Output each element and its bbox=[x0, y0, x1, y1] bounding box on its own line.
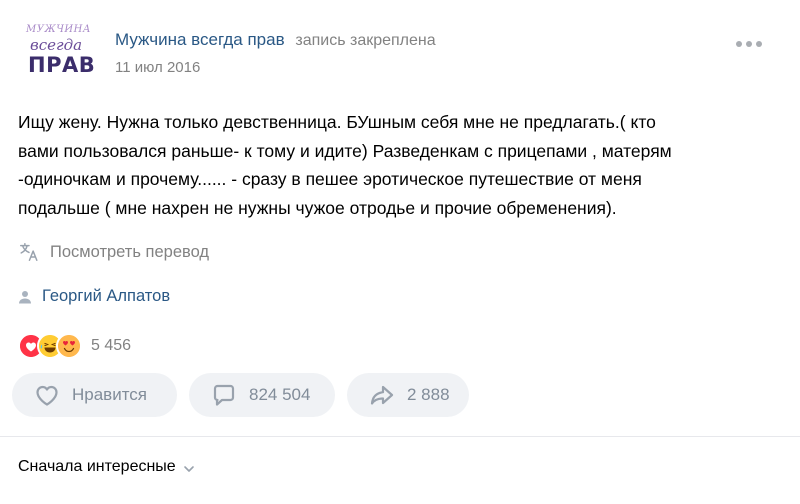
author-link[interactable]: Мужчина всегда прав bbox=[115, 30, 285, 49]
heart-outline-icon bbox=[36, 385, 58, 406]
post-text: Ищу жену. Нужна только девственница. БУш… bbox=[18, 108, 758, 222]
comments-sort-dropdown[interactable]: Сначала интересные bbox=[18, 458, 196, 476]
reactions-count: 5 456 bbox=[91, 337, 132, 354]
comment-button[interactable]: 824 504 bbox=[189, 373, 335, 417]
avatar-text-line2: всегда bbox=[30, 36, 83, 54]
community-avatar[interactable]: МУЖЧИНА всегда ПРАВ bbox=[20, 22, 95, 82]
post-text-line: Ищу жену. Нужна только девственница. БУш… bbox=[18, 112, 656, 132]
reactions-summary[interactable]: 5 456 bbox=[18, 333, 131, 359]
avatar-text-line3: ПРАВ bbox=[28, 53, 96, 77]
love-reaction-icon bbox=[56, 333, 82, 359]
more-options-icon[interactable] bbox=[736, 40, 764, 48]
post-text-line: -одиночкам и прочему...... - сразу в пеш… bbox=[18, 169, 642, 189]
post-header: Мужчина всегда прав запись закреплена bbox=[115, 30, 436, 50]
signer-name: Георгий Алпатов bbox=[42, 287, 171, 305]
share-count: 2 888 bbox=[407, 385, 450, 404]
post-actions: Нравится 824 504 2 888 bbox=[12, 373, 469, 417]
post-signer[interactable]: Георгий Алпатов bbox=[18, 287, 170, 306]
post-date[interactable]: 11 июл 2016 bbox=[115, 59, 200, 76]
share-icon bbox=[370, 385, 394, 405]
post-text-line: подальше ( мне нахрен не нужны чужое отр… bbox=[18, 197, 617, 218]
comment-icon bbox=[213, 384, 235, 406]
user-icon bbox=[19, 290, 31, 303]
post-text-line: вами пользовался раньше- к тому и идите)… bbox=[18, 140, 672, 161]
divider bbox=[0, 436, 800, 437]
like-label: Нравится bbox=[72, 385, 148, 404]
comment-count: 824 504 bbox=[249, 385, 311, 404]
translate-link[interactable]: Посмотреть перевод bbox=[18, 241, 209, 263]
post-card: МУЖЧИНА всегда ПРАВ Мужчина всегда прав … bbox=[0, 0, 800, 504]
chevron-down-icon bbox=[183, 465, 194, 472]
share-button[interactable]: 2 888 bbox=[347, 373, 469, 417]
translate-icon bbox=[20, 243, 38, 261]
like-button[interactable]: Нравится bbox=[12, 373, 177, 417]
pinned-status: запись закреплена bbox=[295, 32, 436, 49]
translate-label: Посмотреть перевод bbox=[50, 242, 210, 261]
avatar-text-line1: МУЖЧИНА bbox=[26, 24, 91, 35]
sort-label: Сначала интересные bbox=[18, 458, 176, 475]
